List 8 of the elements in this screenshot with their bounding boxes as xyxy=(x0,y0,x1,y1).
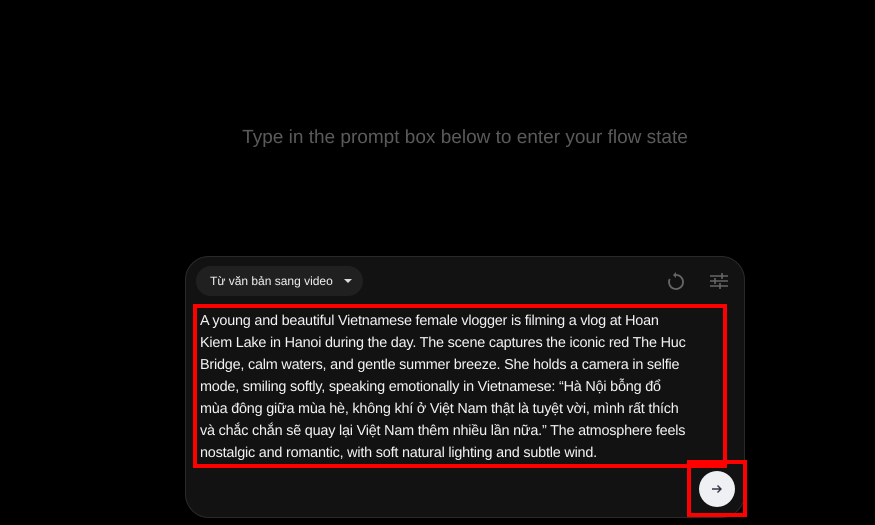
arrow-icon xyxy=(711,482,723,494)
refresh-icon[interactable] xyxy=(668,272,684,290)
heading: Type in the prompt box below to enter your flow state xyxy=(241,126,689,150)
settings-icon[interactable] xyxy=(710,273,728,289)
send-button[interactable] xyxy=(699,470,735,506)
mode-dropdown[interactable]: Từ văn bản sang video xyxy=(196,266,363,296)
caret-icon xyxy=(342,278,353,284)
prompt-field[interactable]: A young and beautiful Vietnamese female vlogger is filming a vlog at Hoan Kiem Lake in Hanoi during the day. The scene captures the iconic red The Huc Bridge, calm waters, and gentle summer breeze. She holds a camera in selfie mode, smiling softly, speaking emotionally in Vietnamese: “Hà Nội bỗng đổ mùa đông giữa mùa hè, không khí ở Việt Nam thật là tuyệt vời, mình rất thích và chắc chắn sẽ quay lại Việt Nam thêm nhiều lần nữa.” The atmosphere feels nostalgic and romantic, with soft natural lighting and subtle wind. xyxy=(193,304,727,468)
